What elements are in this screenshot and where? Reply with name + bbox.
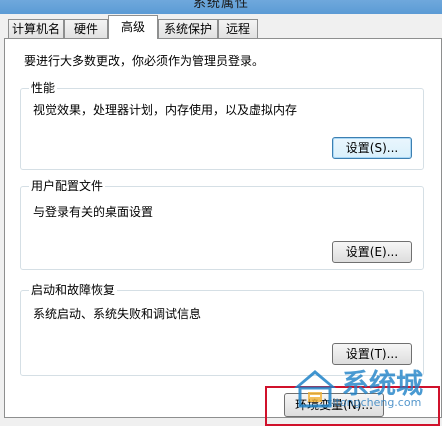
watermark-url: xitongcheng.com bbox=[326, 396, 422, 409]
performance-title: 性能 bbox=[29, 80, 58, 96]
performance-settings-button[interactable]: 设置(S)... bbox=[332, 137, 412, 159]
startup-recovery-description: 系统启动、系统失败和调试信息 bbox=[33, 307, 202, 321]
user-profiles-settings-button[interactable]: 设置(E)... bbox=[332, 241, 412, 263]
performance-description: 视觉效果，处理器计划，内存使用，以及虚拟内存 bbox=[33, 103, 298, 117]
tab-computer-name[interactable]: 计算机名 bbox=[8, 19, 64, 38]
user-profiles-group: 用户配置文件 与登录有关的桌面设置 设置(E)... bbox=[20, 178, 424, 270]
tab-remote[interactable]: 远程 bbox=[218, 19, 258, 38]
tab-advanced[interactable]: 高级 bbox=[108, 15, 158, 39]
tab-system-protection[interactable]: 系统保护 bbox=[158, 19, 218, 38]
tab-hardware[interactable]: 硬件 bbox=[64, 19, 108, 38]
title-bar: 系统属性 bbox=[0, 0, 442, 14]
user-profiles-description: 与登录有关的桌面设置 bbox=[33, 205, 154, 219]
startup-recovery-title: 启动和故障恢复 bbox=[29, 282, 118, 298]
tab-bar: 计算机名 硬件 高级 系统保护 远程 bbox=[4, 15, 442, 39]
user-profiles-title: 用户配置文件 bbox=[29, 178, 106, 194]
performance-group: 性能 视觉效果，处理器计划，内存使用，以及虚拟内存 设置(S)... bbox=[20, 80, 424, 170]
window-title: 系统属性 bbox=[192, 0, 249, 11]
admin-notice: 要进行大多数更改，你必须作为管理员登录。 bbox=[24, 54, 265, 68]
watermark: 系统城 xitongcheng.com bbox=[290, 362, 440, 415]
